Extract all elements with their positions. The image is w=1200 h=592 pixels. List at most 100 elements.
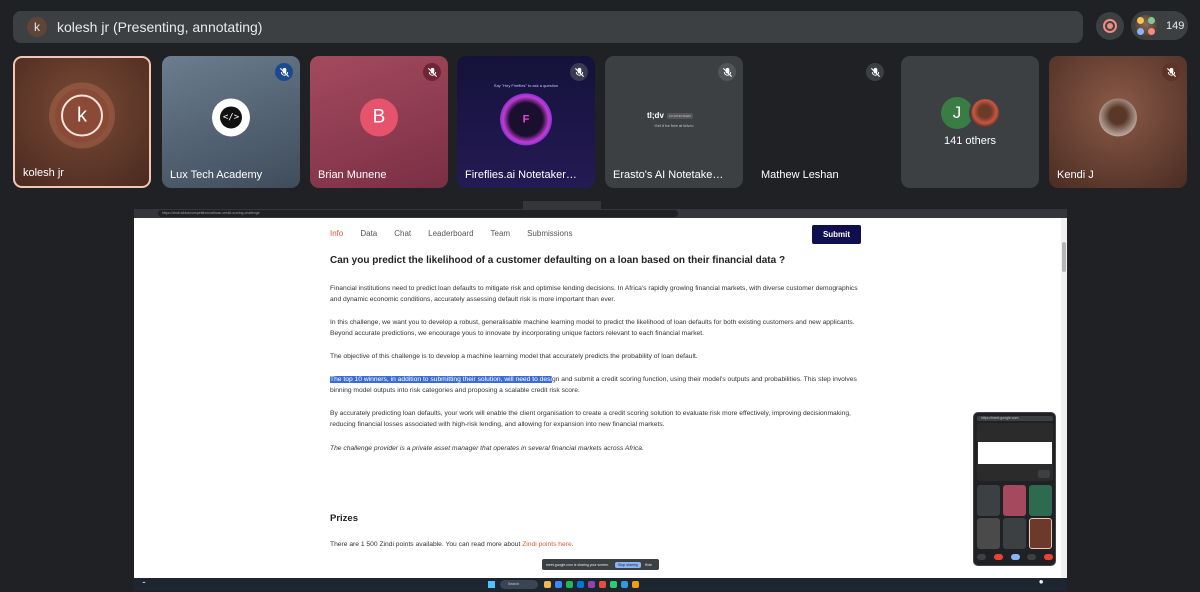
browser-tab[interactable] — [367, 201, 445, 209]
participant-name: Erasto's AI Notetaker (tl... — [613, 169, 725, 181]
address-bar[interactable]: https://zindi.africa/competitions/africa… — [158, 210, 678, 217]
system-clock[interactable]: 🕒 — [1039, 580, 1043, 584]
app-icon[interactable] — [610, 581, 617, 588]
record-icon — [1103, 19, 1117, 33]
browser-tab[interactable] — [756, 201, 834, 209]
participant-tile[interactable]: tl;dv AI NOTETAKER Get it for free at tl… — [605, 56, 743, 188]
people-button[interactable]: 149 — [1131, 11, 1188, 40]
pip-expand-icon[interactable] — [1038, 470, 1050, 478]
pip-participant-tile — [977, 518, 1000, 549]
pip-controls — [977, 551, 1053, 563]
paragraph: Financial institutions need to predict l… — [330, 285, 858, 303]
pip-participant-tile — [1003, 518, 1026, 549]
chrome-icon[interactable] — [555, 581, 562, 588]
tldv-logo: tl;dv AI NOTETAKER — [647, 111, 693, 120]
hide-button[interactable]: Hide — [645, 563, 652, 567]
pip-present-icon[interactable] — [1010, 554, 1020, 560]
avatar: k — [55, 88, 109, 143]
avatar-initial: k — [61, 94, 103, 137]
muted-mic-icon — [718, 63, 736, 81]
browser-tab[interactable] — [445, 201, 523, 209]
spotify-icon[interactable] — [566, 581, 573, 588]
others-tile[interactable]: J 141 others — [901, 56, 1039, 188]
participant-tile[interactable]: Kendi J — [1049, 56, 1187, 188]
submit-button[interactable]: Submit — [812, 225, 861, 244]
browser-tab[interactable] — [290, 201, 368, 209]
browser-tab[interactable] — [212, 201, 290, 209]
prizes-text: There are 1 500 Zindi points available. … — [330, 541, 574, 548]
prizes-text-end: . — [571, 541, 574, 548]
text-selection-highlight: The top 10 winners, in addition to submi… — [330, 376, 552, 383]
participant-count: 149 — [1166, 19, 1185, 32]
participant-name: Brian Munene — [318, 169, 387, 181]
pip-screen-preview — [977, 423, 1053, 481]
shared-screen: https://zindi.africa/competitions/africa… — [134, 201, 1067, 591]
windows-taskbar: ☁ Search 🕒 — [134, 578, 1067, 591]
file-explorer-icon[interactable] — [544, 581, 551, 588]
browser-tab[interactable] — [912, 201, 990, 209]
taskbar-search[interactable]: Search — [500, 580, 538, 589]
zindi-points-link[interactable]: Zindi points here — [522, 541, 571, 548]
paragraph: The objective of this challenge is to de… — [330, 353, 698, 360]
presenter-avatar: k — [27, 17, 47, 37]
tldv-subtext: Get it for free at tldv.io — [654, 123, 694, 128]
browser-tab[interactable] — [989, 201, 1067, 209]
paragraph: By accurately predicting loan defaults, … — [330, 410, 851, 428]
app-icon[interactable] — [621, 581, 628, 588]
competition-nav: Info Data Chat Leaderboard Team Submissi… — [330, 229, 589, 238]
recording-button[interactable] — [1096, 12, 1124, 40]
browser-tab[interactable] — [678, 201, 756, 209]
participant-tile[interactable]: B Brian Munene — [310, 56, 448, 188]
paragraph-annotated: The top 10 winners, in addition to submi… — [330, 374, 870, 396]
competition-page: Info Data Chat Leaderboard Team Submissi… — [134, 218, 1061, 578]
section-title-prizes: Prizes — [330, 513, 358, 524]
lux-tech-logo: </> — [212, 98, 250, 137]
self-view-preview[interactable]: https://meet.google.com — [973, 412, 1056, 566]
browser-tab-active[interactable] — [522, 201, 601, 209]
participant-tile[interactable]: Mathew Leshan — [753, 56, 891, 188]
browser-tab[interactable] — [834, 201, 912, 209]
tab-leaderboard[interactable]: Leaderboard — [428, 229, 473, 238]
tab-data[interactable]: Data — [360, 229, 377, 238]
participant-name: Kendi J — [1057, 169, 1094, 181]
app-icon[interactable] — [588, 581, 595, 588]
fireflies-hint: Say "Hey Fireflies" to ask a question — [493, 83, 559, 88]
tab-team[interactable]: Team — [491, 229, 511, 238]
stop-sharing-button[interactable]: Stop sharing — [615, 561, 641, 568]
pip-mic-icon[interactable] — [977, 554, 986, 560]
presenter-label: kolesh jr (Presenting, annotating) — [57, 19, 263, 35]
participant-name: Fireflies.ai Notetaker R... — [465, 169, 577, 181]
page-scrollbar[interactable] — [1061, 218, 1067, 578]
others-count: 141 others — [944, 135, 996, 147]
app-icon[interactable] — [632, 581, 639, 588]
tab-chat[interactable]: Chat — [394, 229, 411, 238]
browser-tab[interactable] — [134, 201, 212, 209]
muted-mic-icon — [1162, 63, 1180, 81]
tab-submissions[interactable]: Submissions — [527, 229, 572, 238]
page-title: Can you predict the likelihood of a cust… — [330, 255, 786, 266]
share-bar-text: meet.google.com is sharing your screen. — [546, 562, 610, 567]
avatar — [1099, 98, 1137, 137]
pip-more-icon[interactable] — [1027, 554, 1037, 560]
app-icon[interactable] — [599, 581, 606, 588]
participant-tile[interactable]: </> Lux Tech Academy — [162, 56, 300, 188]
pip-participant-tile — [1029, 485, 1052, 516]
participant-tile[interactable]: k kolesh jr — [13, 56, 151, 188]
code-icon: </> — [220, 106, 242, 129]
tab-info[interactable]: Info — [330, 229, 343, 238]
browser-tab[interactable] — [601, 201, 679, 209]
presenter-bar[interactable]: k kolesh jr (Presenting, annotating) — [13, 11, 1083, 43]
pip-hangup-icon[interactable] — [1044, 554, 1053, 560]
pip-camera-off-icon[interactable] — [993, 554, 1003, 560]
paragraph: In this challenge, we want you to develo… — [330, 319, 855, 337]
pip-participant-tile — [1029, 518, 1052, 549]
edge-icon[interactable] — [577, 581, 584, 588]
participant-name: Lux Tech Academy — [170, 169, 263, 181]
meet-window: k kolesh jr (Presenting, annotating) 149… — [0, 0, 1200, 592]
windows-start-icon[interactable] — [488, 581, 495, 588]
participant-tile[interactable]: Say "Hey Fireflies" to ask a question F … — [457, 56, 595, 188]
weather-widget[interactable]: ☁ — [142, 580, 146, 584]
participant-name: Mathew Leshan — [761, 169, 839, 181]
pip-url-bar: https://meet.google.com — [977, 416, 1053, 421]
browser-tab-strip — [134, 201, 1067, 209]
